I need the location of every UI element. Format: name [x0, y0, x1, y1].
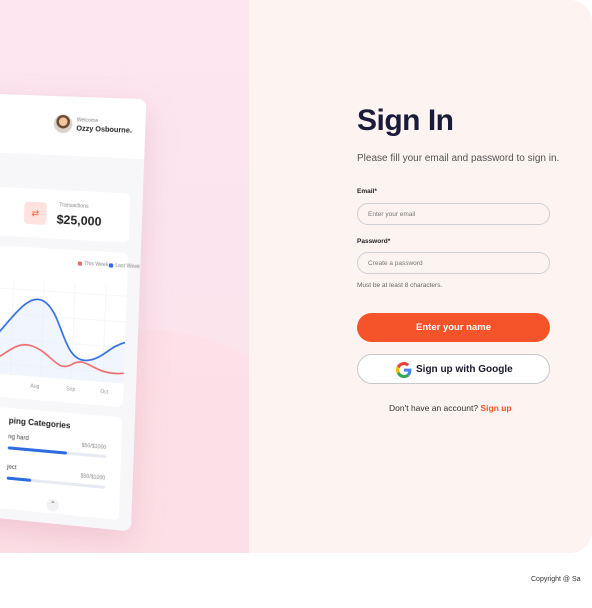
legend-last-week-label: Last Week	[115, 262, 140, 271]
category-name: ng hard	[8, 434, 29, 443]
categories-title: ping Categories	[8, 416, 71, 431]
weekly-chart-card: This Week Last Week Aug Sep Oct	[0, 244, 140, 408]
page-subtitle: Please fill your email and password to s…	[357, 153, 560, 164]
x-label-sep: Sep	[66, 386, 76, 394]
password-label: Password*	[357, 238, 391, 245]
google-button-label: Sign up with Google	[416, 364, 513, 375]
password-field[interactable]	[357, 252, 550, 274]
legend-this-week-label: This Week	[83, 260, 109, 269]
signin-panel: Sign In Please fill your email and passw…	[249, 0, 592, 553]
legend-swatch	[108, 262, 114, 268]
google-signup-button[interactable]: Sign up with Google	[357, 354, 550, 384]
swap-icon: ⇄	[23, 201, 47, 225]
legend-last-week: Last Week	[108, 262, 140, 271]
password-hint: Must be at least 8 characters.	[357, 282, 443, 289]
line-chart	[0, 267, 127, 384]
categories-card: ping Categories ng hard $50/$1000 ject $…	[0, 405, 123, 521]
legend-this-week: This Week	[77, 260, 109, 269]
transactions-label: Transactions	[59, 202, 89, 210]
category-name: ject	[7, 464, 17, 472]
hero-panel: Welcome Ozzy Osbourne ⌄ ⇄ Transactions $…	[0, 0, 249, 553]
category-amount: $50/$1000	[81, 442, 107, 451]
dashboard-preview: Welcome Ozzy Osbourne ⌄ ⇄ Transactions $…	[0, 92, 147, 532]
signup-link[interactable]: Sign up	[480, 403, 511, 413]
avatar	[53, 114, 73, 134]
x-label-oct: Oct	[100, 388, 109, 396]
transactions-card: ⇄ Transactions $25,000	[0, 186, 131, 243]
page-title: Sign In	[357, 104, 454, 137]
legend-swatch	[77, 261, 83, 266]
no-account-text: Don't have an account?	[389, 403, 479, 413]
dashboard-header: Welcome Ozzy Osbourne ⌄	[0, 92, 147, 160]
scroll-up-button[interactable]: ⌃	[46, 498, 60, 513]
signup-prompt: Don't have an account? Sign up	[389, 403, 512, 413]
category-progress-fill	[7, 446, 67, 455]
copyright-text: Copyright @ Sa	[531, 576, 581, 583]
email-field[interactable]	[357, 203, 550, 225]
google-icon	[396, 362, 412, 378]
transactions-value: $25,000	[56, 212, 102, 229]
welcome-label: Welcome	[76, 117, 99, 125]
x-label-aug: Aug	[30, 383, 40, 391]
chevron-down-icon: ⌄	[128, 128, 134, 135]
user-name: Ozzy Osbourne	[76, 125, 130, 135]
category-progress-fill	[6, 476, 32, 482]
email-label: Email*	[357, 188, 377, 195]
submit-button[interactable]: Enter your name	[357, 313, 550, 342]
category-amount: $50/$1000	[80, 473, 106, 482]
